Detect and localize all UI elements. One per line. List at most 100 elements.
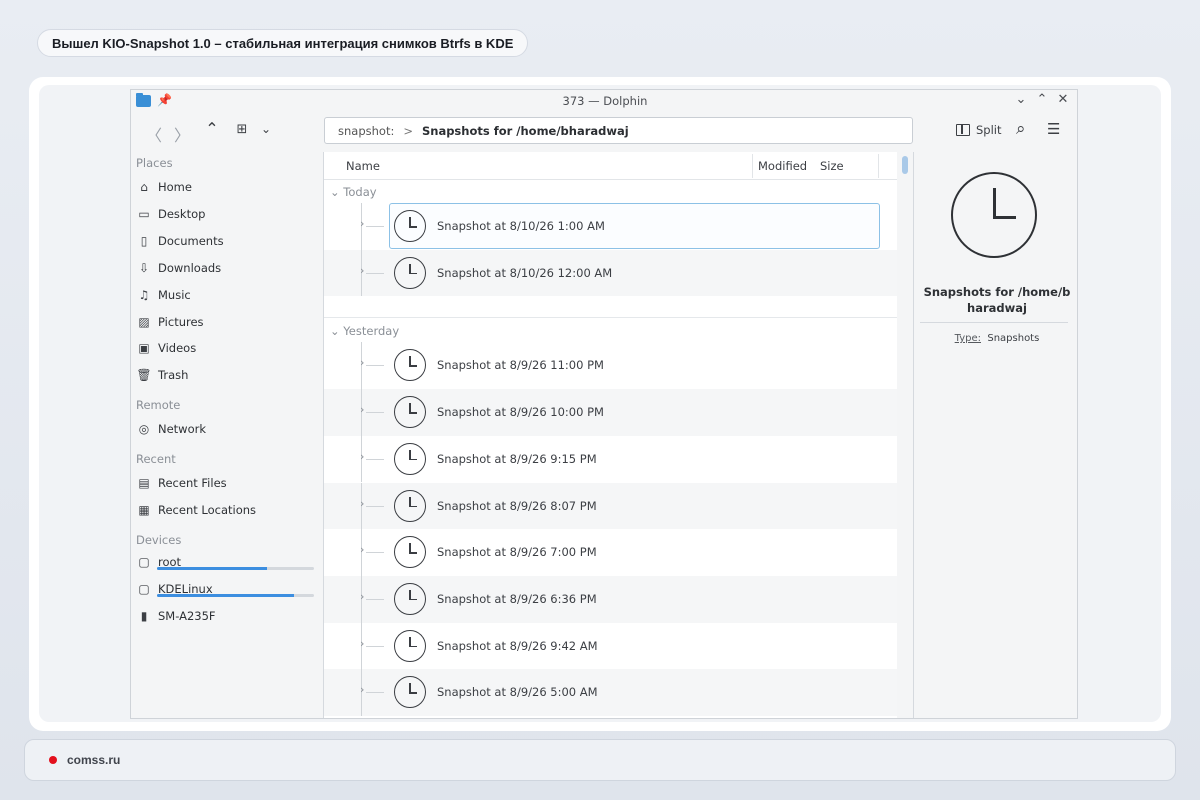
snapshot-row[interactable]: › Snapshot at 8/10/26 12:00 AM [324, 249, 897, 297]
chevron-right-icon[interactable]: › [360, 217, 364, 230]
back-icon[interactable]: 〈 [143, 122, 165, 146]
device-usage-bar [157, 594, 314, 597]
sidebar-item-label: Downloads [158, 260, 222, 275]
up-icon[interactable]: ⌃ [201, 119, 223, 138]
desktop-icon: ▭ [138, 206, 150, 221]
chevron-right-icon[interactable]: › [360, 356, 364, 369]
file-list: Name Modified Size ⌄ Today › Snapshot at 8… [323, 152, 897, 718]
sidebar-item-downloads[interactable]: ⇩ Downloads [136, 258, 221, 278]
snapshot-clock-icon [394, 396, 426, 429]
scrollbar-thumb[interactable] [902, 156, 908, 174]
site-name[interactable]: comss.ru [67, 753, 120, 767]
group-label: Yesterday [343, 324, 400, 339]
chevron-right-icon[interactable]: › [360, 683, 364, 696]
sidebar-item-network[interactable]: ◎ Network [136, 419, 206, 439]
chevron-right-icon[interactable]: › [360, 590, 364, 603]
search-icon[interactable]: ⌕ [1016, 119, 1026, 139]
sidebar-item-recent-locations[interactable]: ▦ Recent Locations [136, 500, 256, 520]
sidebar-item-home[interactable]: ⌂ Home [136, 177, 192, 197]
split-button[interactable]: Split [956, 123, 1002, 137]
group-label: Today [343, 185, 377, 199]
column-size[interactable]: Size [820, 159, 844, 173]
snapshot-row[interactable]: › Snapshot at 8/10/26 1:00 AM [324, 203, 897, 250]
split-label: Split [976, 123, 1002, 137]
group-header[interactable]: ⌄ Yesterday [330, 324, 399, 338]
snapshot-row[interactable]: › Snapshot at 8/9/26 6:36 PM [324, 575, 897, 623]
title-bar: 📌 373 — Dolphin ⌄ ⌃ ✕ [131, 90, 1077, 112]
sidebar-section-label: Devices [136, 533, 182, 547]
snapshot-row[interactable]: › Snapshot at 8/9/26 7:00 PM [324, 529, 897, 576]
places-sidebar: Places ⌂ Home ▭ Desktop ▯ Documents ⇩ Downloads ♫… [131, 152, 322, 718]
sidebar-item-recent-files[interactable]: ▤ Recent Files [136, 473, 226, 493]
group-header[interactable]: ⌄ Today [330, 185, 377, 199]
drive-icon: ▢ [138, 555, 150, 569]
snapshot-clock-icon [394, 676, 426, 709]
snapshot-label: Snapshot at 8/9/26 10:00 PM [437, 405, 604, 420]
hamburger-menu-icon[interactable]: ☰ [1047, 120, 1060, 138]
tree-branch [366, 645, 384, 647]
recent-files-icon: ▤ [138, 476, 150, 490]
tree-branch [366, 412, 384, 414]
snapshot-row[interactable]: › Snapshot at 8/9/26 9:42 AM [324, 622, 897, 670]
phone-icon: ▮ [140, 609, 148, 623]
screenshot-card: 📌 373 — Dolphin ⌄ ⌃ ✕ 〈 〉 ⌃ ⊞ ⌄ snapshot… [29, 77, 1171, 731]
drive-icon: ▢ [138, 582, 150, 596]
snapshot-clock-icon [394, 629, 426, 662]
dolphin-window: 📌 373 — Dolphin ⌄ ⌃ ✕ 〈 〉 ⌃ ⊞ ⌄ snapshot… [130, 89, 1078, 719]
breadcrumb-protocol[interactable]: snapshot: [338, 124, 394, 138]
music-icon: ♫ [138, 287, 150, 302]
location-bar[interactable]: snapshot: > Snapshots for /home/bharadwa… [324, 117, 913, 144]
view-mode-icon[interactable]: ⊞ [231, 122, 253, 137]
screenshot-frame: 📌 373 — Dolphin ⌄ ⌃ ✕ 〈 〉 ⌃ ⊞ ⌄ snapshot… [39, 85, 1161, 722]
forward-icon[interactable]: 〉 [171, 122, 193, 146]
device-usage-fill [157, 567, 267, 570]
snapshot-clock-icon [394, 536, 426, 569]
sidebar-item-trash[interactable]: 🗑 Trash [136, 365, 188, 385]
snapshot-row[interactable]: › Snapshot at 8/9/26 10:00 PM [324, 389, 897, 436]
snapshot-row[interactable]: › Snapshot at 8/9/26 5:00 AM [324, 669, 897, 716]
minimize-icon[interactable]: ⌄ [1013, 92, 1029, 107]
column-name[interactable]: Name [346, 159, 380, 173]
chevron-right-icon[interactable]: › [360, 637, 364, 650]
chevron-right-icon[interactable]: › [360, 450, 364, 463]
documents-icon: ▯ [140, 233, 148, 248]
sidebar-item-pictures[interactable]: ▨ Pictures [136, 312, 204, 332]
sidebar-item-videos[interactable]: ▣ Videos [136, 338, 196, 358]
close-icon[interactable]: ✕ [1055, 92, 1071, 107]
pictures-icon: ▨ [138, 314, 150, 329]
column-divider[interactable] [752, 154, 753, 178]
snapshot-row[interactable]: › Snapshot at 8/9/26 9:15 PM [324, 435, 897, 483]
trash-icon: 🗑 [136, 368, 152, 383]
tree-branch [366, 505, 384, 507]
device-usage-bar [157, 567, 314, 570]
sidebar-item-label: Pictures [158, 314, 204, 329]
scrollbar[interactable] [897, 152, 913, 718]
downloads-icon: ⇩ [138, 260, 150, 275]
sidebar-item-music[interactable]: ♫ Music [136, 285, 191, 305]
news-headline: Вышел KIO-Snapshot 1.0 – стабильная инте… [37, 29, 529, 57]
info-title: Snapshots for /home/bharadwaj [923, 285, 1071, 315]
chevron-right-icon[interactable]: › [360, 403, 364, 416]
sidebar-item-documents[interactable]: ▯ Documents [136, 231, 224, 251]
column-modified[interactable]: Modified [758, 159, 807, 173]
chevron-right-icon[interactable]: › [360, 543, 364, 556]
snapshot-label: Snapshot at 8/9/26 7:00 PM [437, 545, 597, 560]
sidebar-item-desktop[interactable]: ▭ Desktop [136, 204, 205, 224]
sidebar-item-sm-a235f[interactable]: ▮ SM-A235F [136, 606, 216, 626]
chevron-right-icon[interactable]: › [360, 497, 364, 510]
info-divider [920, 322, 1068, 323]
chevron-down-icon[interactable]: ⌄ [255, 122, 277, 136]
maximize-icon[interactable]: ⌃ [1034, 92, 1050, 107]
snapshot-label: Snapshot at 8/9/26 9:15 PM [437, 451, 597, 466]
snapshot-label: Snapshot at 8/9/26 8:07 PM [437, 498, 597, 513]
column-divider[interactable] [878, 154, 879, 178]
breadcrumb-current[interactable]: Snapshots for /home/bharadwaj [422, 124, 629, 138]
snapshot-clock-icon [394, 442, 426, 475]
snapshot-row[interactable]: › Snapshot at 8/9/26 8:07 PM [324, 482, 897, 530]
sidebar-item-label: Videos [158, 341, 197, 356]
videos-icon: ▣ [138, 341, 150, 356]
snapshot-label: Snapshot at 8/9/26 11:00 PM [437, 358, 604, 373]
chevron-right-icon[interactable]: › [360, 264, 364, 277]
sidebar-item-label: Trash [158, 368, 189, 383]
snapshot-row[interactable]: › Snapshot at 8/9/26 11:00 PM [324, 342, 897, 390]
